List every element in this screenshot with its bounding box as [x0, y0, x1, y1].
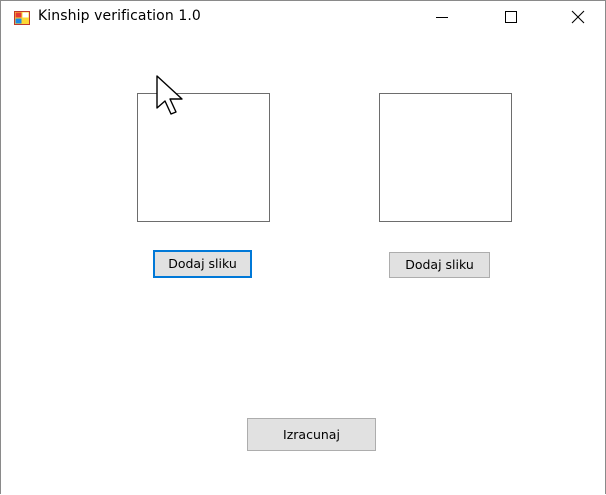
app-icon — [14, 10, 30, 25]
maximize-icon — [505, 10, 517, 23]
maximize-button[interactable] — [488, 1, 534, 32]
app-window: Kinship verification 1.0 Dodaj sliku Dod… — [0, 0, 606, 494]
add-left-image-button[interactable]: Dodaj sliku — [153, 250, 252, 278]
close-button[interactable] — [555, 1, 601, 32]
minimize-button[interactable] — [419, 1, 465, 32]
left-image-box — [137, 93, 270, 222]
right-image-box — [379, 93, 512, 222]
minimize-icon — [436, 16, 448, 18]
calculate-button[interactable]: Izracunaj — [247, 418, 376, 451]
title-bar[interactable]: Kinship verification 1.0 — [1, 1, 605, 32]
add-right-image-button[interactable]: Dodaj sliku — [389, 252, 490, 278]
close-icon — [571, 10, 585, 23]
window-title: Kinship verification 1.0 — [38, 8, 201, 24]
